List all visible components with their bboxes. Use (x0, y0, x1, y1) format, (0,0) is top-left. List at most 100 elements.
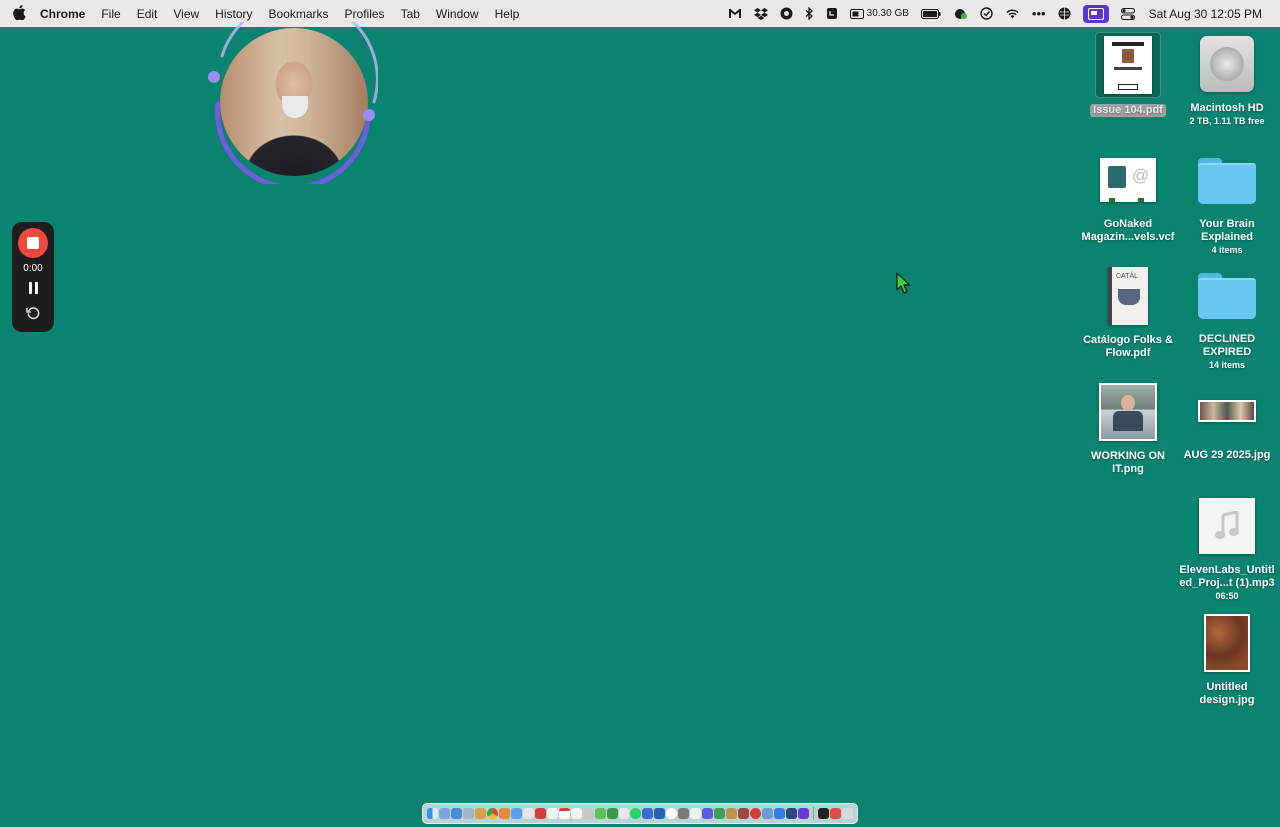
dock-finder-icon[interactable] (427, 808, 438, 819)
resize-handle-left[interactable] (208, 71, 220, 83)
desktop-icon-label: DECLINED EXPIRED (1198, 333, 1256, 358)
desktop-icon-sublabel: 2 TB, 1.11 TB free (1189, 116, 1265, 126)
folder-icon (1198, 273, 1256, 319)
resize-handle-right[interactable] (363, 109, 375, 121)
globe-icon[interactable] (1052, 7, 1077, 20)
dropbox-icon[interactable] (748, 7, 774, 20)
camera-bubble[interactable] (208, 22, 378, 184)
desktop-icon-your-brain-folder[interactable]: Your Brain Explained 4 items (1177, 158, 1277, 256)
menu-history[interactable]: History (207, 7, 260, 21)
dock-app-icon[interactable] (522, 808, 534, 819)
image-thumbnail (1198, 400, 1256, 422)
menu-bookmarks[interactable]: Bookmarks (261, 7, 337, 21)
cloud-sync-icon[interactable] (947, 8, 974, 20)
desktop-icon-untitled-design-jpg[interactable]: Untitled design.jpg (1177, 614, 1277, 707)
dock-app-icon[interactable] (474, 808, 486, 819)
dock-app-icon[interactable] (462, 808, 474, 819)
dock-app-icon[interactable] (450, 808, 462, 819)
pdf-thumbnail: CATÁL (1108, 267, 1148, 325)
dock-app-icon[interactable] (762, 808, 774, 819)
desktop-icon-label: GoNaked Magazin...vels.vcf (1081, 218, 1175, 243)
menu-chrome[interactable]: Chrome (38, 7, 93, 21)
dock-app-icon[interactable] (818, 808, 829, 819)
menu-view[interactable]: View (165, 7, 207, 21)
dock-whatsapp-icon[interactable] (630, 808, 642, 819)
menu-profiles[interactable]: Profiles (337, 7, 393, 21)
control-center-icon[interactable] (1115, 7, 1141, 20)
dock-app-icon[interactable] (618, 808, 630, 819)
recording-timer: 0:00 (23, 263, 43, 274)
dock-app-icon[interactable] (606, 808, 618, 819)
menu-clock[interactable]: Sat Aug 30 12:05 PM (1141, 7, 1268, 21)
folder-icon (1198, 158, 1256, 204)
dock-chrome-icon[interactable] (486, 808, 498, 819)
dock-app-icon[interactable] (714, 808, 726, 819)
apple-menu-icon[interactable] (0, 4, 38, 23)
dock-app-icon[interactable] (570, 808, 582, 819)
dock-app-icon[interactable] (786, 808, 798, 819)
contact-card-icon: @ (1100, 158, 1156, 202)
desktop-icon-label: Untitled design.jpg (1199, 681, 1255, 706)
restart-icon[interactable] (25, 306, 41, 323)
dock-app-icon[interactable] (510, 808, 522, 819)
dock-app-icon[interactable] (726, 808, 738, 819)
desktop-icon-working-on-it-png[interactable]: WORKING ON IT.png (1078, 383, 1178, 476)
dock-app-icon[interactable] (546, 808, 558, 819)
desktop-icon-label: Macintosh HD (1190, 102, 1264, 114)
dock-app-icon[interactable] (438, 808, 450, 819)
dock-app-icon[interactable] (582, 808, 594, 819)
app-circle-icon[interactable] (774, 7, 799, 20)
dock-app-icon[interactable] (594, 808, 606, 819)
mouse-cursor-icon (896, 272, 911, 299)
desktop-icon-declined-expired-folder[interactable]: DECLINED EXPIRED 14 items (1177, 273, 1277, 371)
menu-tab[interactable]: Tab (393, 7, 428, 21)
desktop-icon-macintosh-hd[interactable]: Macintosh HD 2 TB, 1.11 TB free (1177, 36, 1277, 127)
storage-value: 30.30 GB (866, 8, 909, 19)
dock-app-icon[interactable] (690, 808, 702, 819)
dock-app-icon[interactable] (774, 808, 786, 819)
shield-icon[interactable] (820, 7, 844, 20)
status-area: 30.30 GB ••• Sat Aug 30 12:05 PM (722, 4, 1280, 23)
menu-window[interactable]: Window (428, 7, 487, 21)
menu-edit[interactable]: Edit (129, 7, 166, 21)
screen-recorder-icon[interactable] (1077, 4, 1115, 23)
dock-app-icon[interactable] (829, 808, 841, 819)
more-dots-icon[interactable]: ••• (1026, 6, 1052, 21)
stop-icon (27, 237, 39, 249)
dock-app-icon[interactable] (750, 808, 762, 819)
menu-file[interactable]: File (93, 7, 128, 21)
pause-icon (28, 282, 32, 294)
desktop-icon-label: ElevenLabs_Untitl ed_Proj...t (1).mp3 (1179, 564, 1275, 589)
dock (422, 803, 858, 824)
desktop-icon-elevenlabs-mp3[interactable]: ElevenLabs_Untitl ed_Proj...t (1).mp3 06… (1177, 498, 1277, 602)
wifi-icon[interactable] (999, 8, 1026, 19)
desktop-icon-aug-29-jpg[interactable]: AUG 29 2025.jpg (1177, 400, 1277, 462)
dock-calendar-icon[interactable] (558, 808, 570, 819)
dock-app-icon[interactable] (642, 808, 654, 819)
dock-trash-icon[interactable] (841, 808, 853, 819)
dock-app-icon[interactable] (498, 808, 510, 819)
dock-app-icon[interactable] (654, 808, 666, 819)
dock-app-icon[interactable] (738, 808, 750, 819)
stop-recording-button[interactable] (18, 228, 48, 258)
battery-icon[interactable] (915, 8, 947, 19)
desktop-icon-issue-104[interactable]: Issue 104.pdf (1078, 32, 1178, 117)
dock-app-icon[interactable] (702, 808, 714, 819)
dock-app-icon[interactable] (534, 808, 546, 819)
storage-indicator[interactable]: 30.30 GB (844, 8, 915, 19)
audio-file-icon (1199, 498, 1255, 554)
check-circle-icon[interactable] (974, 7, 999, 20)
menu-bar: Chrome File Edit View History Bookmarks … (0, 0, 1280, 27)
image-thumbnail (1204, 614, 1250, 672)
desktop-icon-sublabel: 4 items (1211, 245, 1243, 255)
desktop-icon-label: Issue 104.pdf (1090, 104, 1166, 117)
pause-button[interactable] (28, 282, 38, 294)
dock-app-icon[interactable] (798, 808, 809, 819)
gmail-icon[interactable] (722, 8, 748, 19)
desktop-icon-catalogo-pdf[interactable]: CATÁL Catálogo Folks & Flow.pdf (1078, 267, 1178, 360)
dock-app-icon[interactable] (678, 808, 690, 819)
menu-help[interactable]: Help (487, 7, 528, 21)
dock-app-icon[interactable] (666, 808, 678, 819)
desktop-icon-gonaked-vcf[interactable]: @ GoNaked Magazin...vels.vcf (1078, 158, 1178, 244)
bluetooth-icon[interactable] (799, 7, 820, 20)
